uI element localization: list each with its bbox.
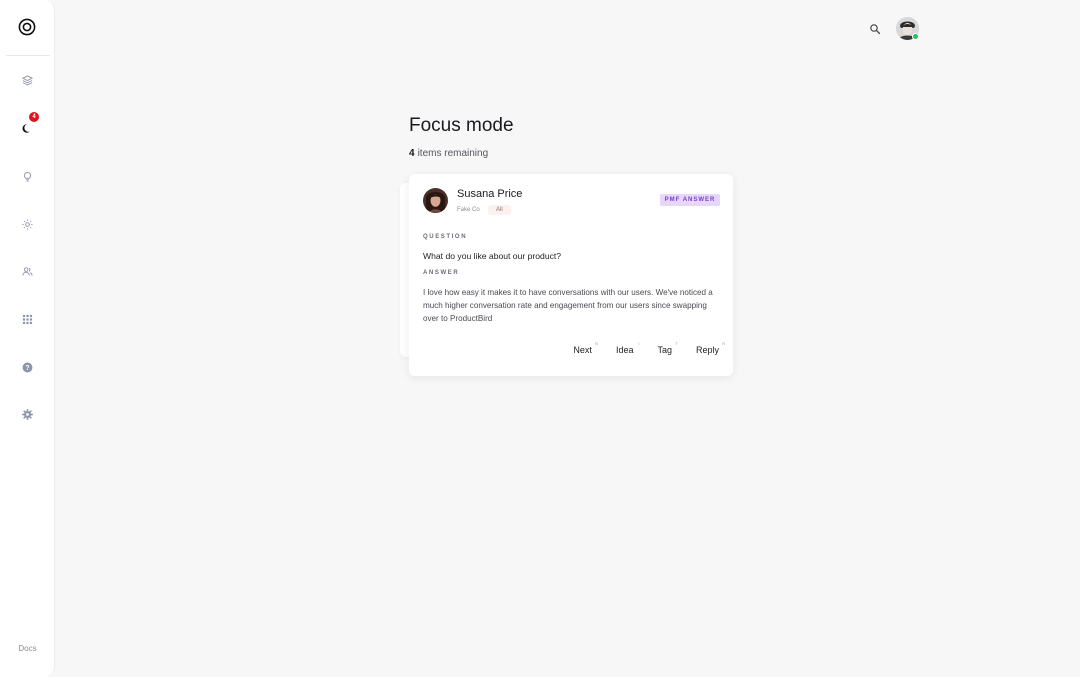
sidebar-item-layers[interactable]: [17, 70, 37, 90]
segment-chip[interactable]: All: [488, 205, 511, 215]
person-company: Fake Co: [457, 207, 480, 213]
search-button[interactable]: [869, 22, 881, 35]
notification-badge: 4: [29, 112, 39, 122]
page-title: Focus mode: [409, 115, 514, 136]
sidebar-item-apps[interactable]: [17, 309, 37, 329]
search-icon: [870, 24, 881, 35]
moon-icon: [22, 123, 30, 133]
next-button-label: Next: [573, 345, 592, 355]
sidebar-item-focus[interactable]: 4: [17, 112, 39, 138]
tag-shortcut-key: T: [675, 341, 678, 346]
user-avatar[interactable]: [896, 17, 919, 40]
person-name: Susana Price: [457, 188, 523, 200]
idea-shortcut-key: I: [638, 341, 640, 346]
person-avatar-image: [423, 188, 448, 213]
users-icon: [21, 266, 33, 276]
sidebar-divider: [6, 55, 50, 56]
person-avatar: [423, 188, 448, 213]
answer-label: ANSWER: [423, 270, 460, 276]
docs-link[interactable]: Docs: [0, 644, 55, 653]
reply-button-label: Reply: [695, 345, 719, 355]
idea-button[interactable]: Idea I: [615, 341, 640, 355]
target-logo-icon[interactable]: [18, 18, 36, 36]
answer-text: I love how easy it makes it to have conv…: [423, 288, 713, 323]
tag-button[interactable]: Tag T: [657, 341, 678, 355]
svg-text:?: ?: [25, 364, 29, 371]
card-actions: Next N Idea I Tag T Reply R: [549, 341, 725, 355]
sidebar-item-theme[interactable]: [17, 214, 37, 234]
online-status-dot: [912, 33, 919, 40]
reply-button[interactable]: Reply R: [695, 341, 725, 355]
grid-icon: [22, 314, 32, 324]
remaining-count: 4: [409, 148, 415, 159]
question-text: What do you like about our product?: [423, 251, 562, 261]
reply-shortcut-key: R: [722, 341, 725, 346]
type-badge: PMF ANSWER: [660, 194, 720, 206]
lightbulb-icon: [23, 171, 31, 182]
sidebar-item-ideas[interactable]: [17, 166, 37, 186]
question-label: QUESTION: [423, 234, 468, 240]
next-button[interactable]: Next N: [573, 341, 598, 355]
sidebar: 4 ? Docs: [0, 0, 55, 677]
sidebar-item-users[interactable]: [17, 261, 37, 281]
remaining-label: items remaining: [417, 148, 489, 159]
layers-icon: [21, 74, 33, 85]
help-icon: ?: [22, 362, 32, 372]
gear-icon: [21, 408, 33, 420]
tag-button-label: Tag: [657, 345, 672, 355]
sidebar-item-settings[interactable]: [17, 404, 37, 424]
next-shortcut-key: N: [595, 341, 598, 346]
sidebar-item-help[interactable]: ?: [17, 357, 37, 377]
feedback-card: Susana Price Fake Co All PMF ANSWER QUES…: [409, 174, 733, 376]
items-remaining: 4 items remaining: [409, 148, 488, 159]
sun-icon: [21, 218, 33, 230]
idea-button-label: Idea: [615, 345, 634, 355]
